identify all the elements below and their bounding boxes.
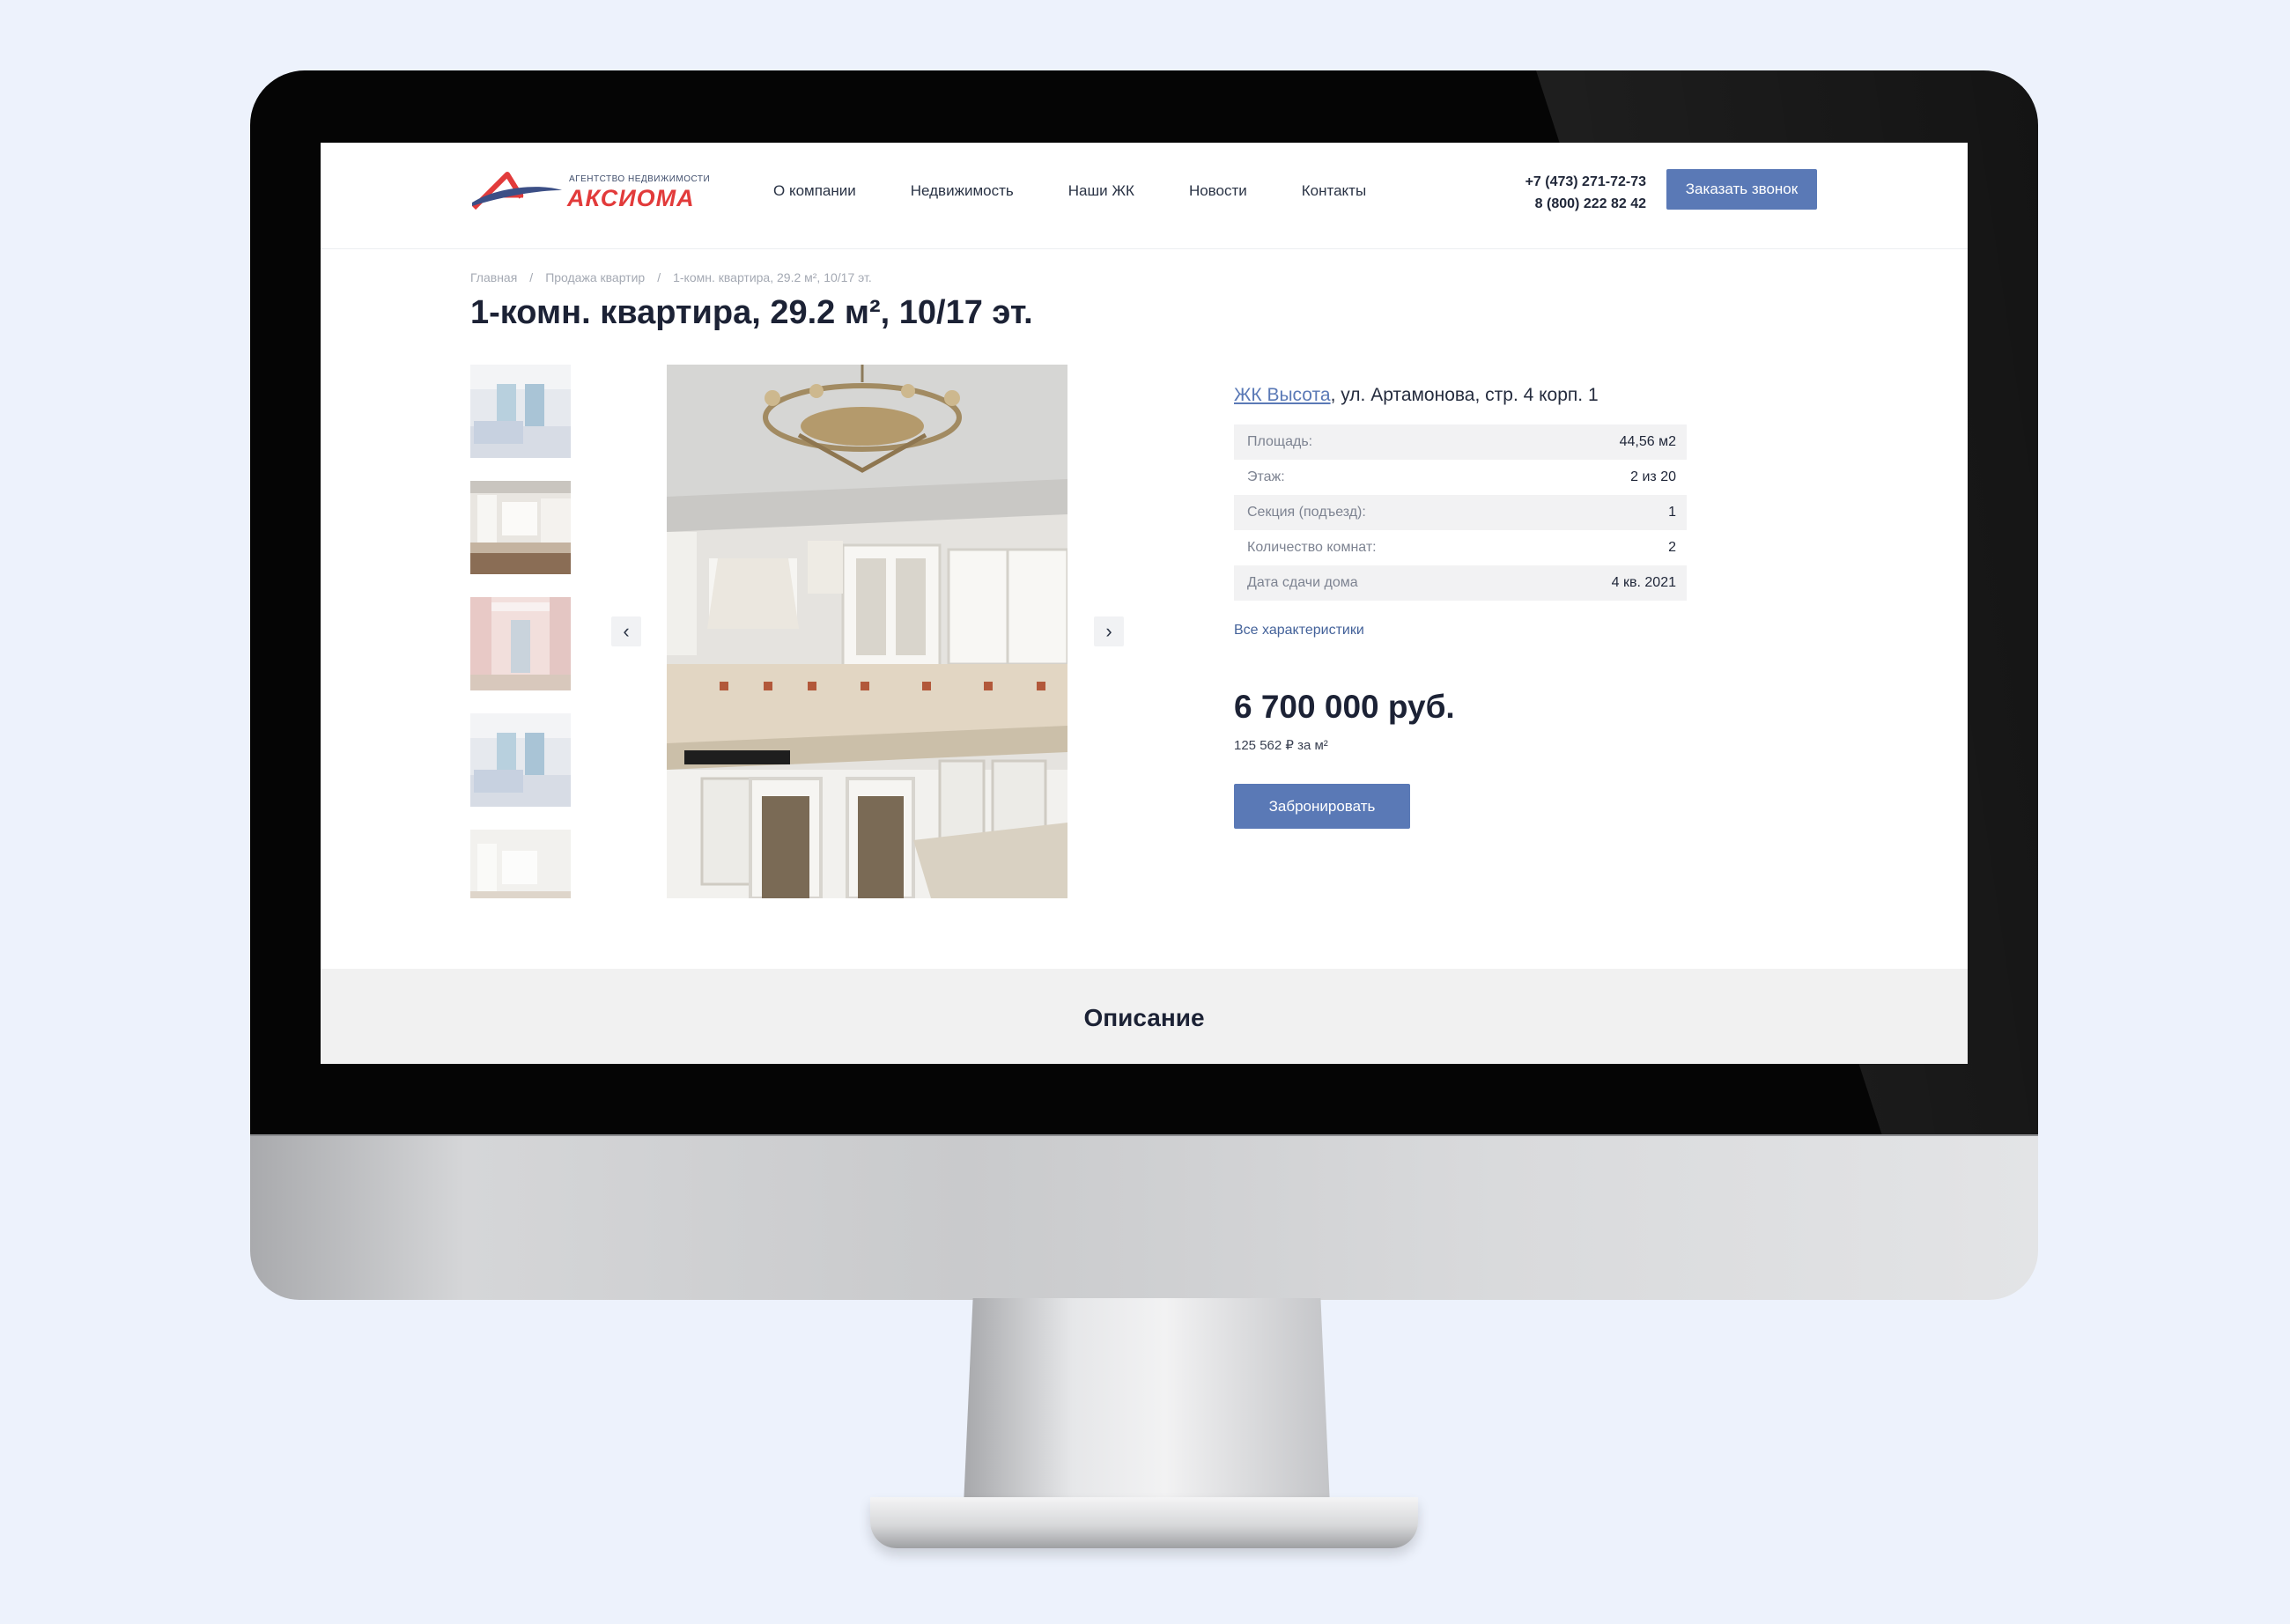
nav-item-about[interactable]: О компании	[773, 182, 856, 200]
thumbnail-photo[interactable]	[470, 365, 571, 458]
chevron-right-icon[interactable]: ›	[1094, 616, 1124, 646]
description-section: Описание	[321, 969, 1968, 1064]
all-specs-link[interactable]: Все характеристики	[1234, 623, 1364, 639]
chevron-left-icon[interactable]: ‹	[611, 616, 641, 646]
spec-value: 44,56 м2	[1619, 434, 1676, 449]
complex-link[interactable]: ЖК Высота	[1234, 385, 1331, 405]
spec-label: Дата сдачи дома	[1247, 575, 1358, 590]
breadcrumb-separator: /	[657, 270, 661, 284]
listing-address: ЖК Высота, ул. Артамонова, стр. 4 корп. …	[1234, 385, 1599, 406]
book-button[interactable]: Забронировать	[1234, 784, 1410, 829]
spec-value: 4 кв. 2021	[1611, 575, 1676, 590]
spec-label: Площадь:	[1247, 434, 1313, 449]
page-title: 1-комн. квартира, 29.2 м², 10/17 эт.	[470, 294, 1033, 331]
nav-item-news[interactable]: Новости	[1189, 182, 1247, 200]
thumbnail-photo[interactable]	[470, 597, 571, 690]
price: 6 700 000 руб.	[1234, 689, 1455, 725]
spec-label: Этаж:	[1247, 469, 1285, 484]
site-header: АГЕНТСТВО НЕДВИЖИМОСТИ АКСИОМА О компани…	[321, 143, 1968, 249]
breadcrumb: Главная / Продажа квартир / 1-комн. квартира…	[470, 270, 872, 284]
logo-wordmark: АКСИОМА	[567, 185, 695, 211]
spec-row: Площадь: 44,56 м2	[1234, 424, 1687, 460]
spec-value: 1	[1668, 505, 1676, 520]
header-phones: +7 (473) 271-72-73 8 (800) 222 82 42	[1466, 171, 1646, 215]
address-text: , ул. Артамонова, стр. 4 корп. 1	[1330, 385, 1599, 405]
spec-row: Секция (подъезд): 1	[1234, 495, 1687, 530]
description-heading: Описание	[1083, 1004, 1205, 1031]
brand-logo[interactable]: АГЕНТСТВО НЕДВИЖИМОСТИ АКСИОМА	[470, 171, 717, 211]
breadcrumb-home[interactable]: Главная	[470, 270, 517, 284]
nav-item-complexes[interactable]: Наши ЖК	[1068, 182, 1134, 200]
thumbnail-photo[interactable]	[470, 481, 571, 574]
spec-row: Дата сдачи дома 4 кв. 2021	[1234, 565, 1687, 601]
spec-label: Секция (подъезд):	[1247, 505, 1366, 520]
monitor-chin	[250, 1134, 2038, 1300]
spec-value: 2 из 20	[1630, 469, 1676, 484]
main-nav: О компании Недвижимость Наши ЖК Новости …	[773, 182, 1421, 200]
monitor-stand-foot	[870, 1497, 1418, 1548]
thumbnail-photo[interactable]	[470, 713, 571, 807]
logo-mark-icon	[471, 172, 562, 210]
specs-table: Площадь: 44,56 м2 Этаж: 2 из 20 Секция (…	[1234, 424, 1687, 601]
phone-toll-free[interactable]: 8 (800) 222 82 42	[1466, 193, 1646, 215]
nav-item-real-estate[interactable]: Недвижимость	[911, 182, 1014, 200]
logo-tagline: АГЕНТСТВО НЕДВИЖИМОСТИ	[569, 174, 711, 184]
breadcrumb-separator: /	[529, 270, 534, 284]
phone-local[interactable]: +7 (473) 271-72-73	[1466, 171, 1646, 193]
breadcrumb-sales[interactable]: Продажа квартир	[545, 270, 645, 284]
gallery-thumbnails	[470, 365, 571, 898]
thumbnail-photo[interactable]	[470, 830, 571, 898]
nav-item-contacts[interactable]: Контакты	[1302, 182, 1366, 200]
callback-button[interactable]: Заказать звонок	[1666, 169, 1817, 210]
spec-label: Количество комнат:	[1247, 540, 1377, 555]
breadcrumb-current: 1-комн. квартира, 29.2 м², 10/17 эт.	[673, 270, 872, 284]
spec-row: Количество комнат: 2	[1234, 530, 1687, 565]
website-screen: АГЕНТСТВО НЕДВИЖИМОСТИ АКСИОМА О компани…	[321, 143, 1968, 1064]
main-photo[interactable]	[667, 365, 1067, 898]
spec-value: 2	[1668, 540, 1676, 555]
spec-row: Этаж: 2 из 20	[1234, 460, 1687, 495]
price-per-sqm: 125 562 ₽ за м²	[1234, 738, 1328, 753]
